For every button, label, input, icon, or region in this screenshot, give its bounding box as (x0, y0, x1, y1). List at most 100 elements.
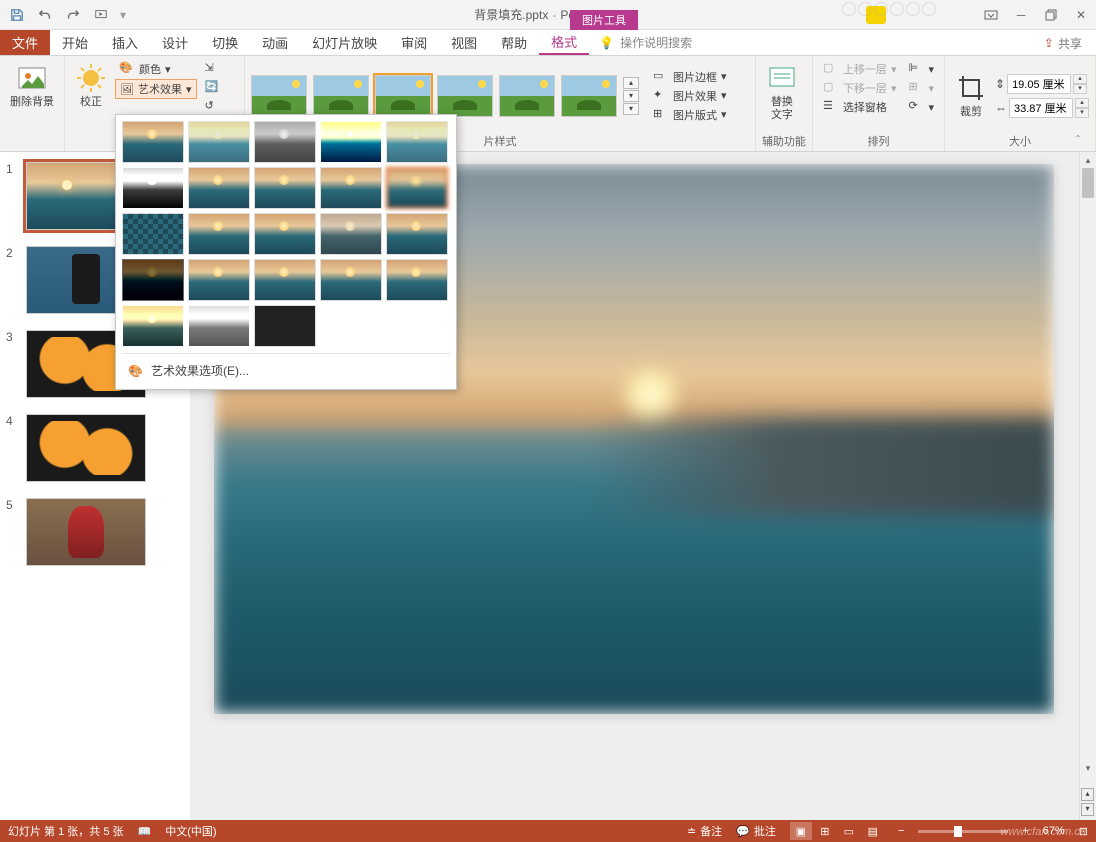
prev-slide-button[interactable]: ▴ (1081, 788, 1094, 801)
group-button[interactable]: ⊞▾ (904, 79, 938, 97)
tab-animations[interactable]: 动画 (250, 30, 300, 55)
minimize-button[interactable]: ─ (1006, 0, 1036, 30)
art-effect-19[interactable] (320, 259, 382, 301)
crop-button[interactable]: 裁剪 (951, 70, 991, 121)
gallery-up-button[interactable]: ▴ (623, 77, 639, 89)
language-indicator[interactable]: 中文(中国) (165, 823, 216, 839)
slide-counter[interactable]: 幻灯片 第 1 张，共 5 张 (8, 823, 124, 839)
picture-style-3[interactable] (375, 75, 431, 117)
tab-insert[interactable]: 插入 (100, 30, 150, 55)
scroll-up-button[interactable]: ▴ (1080, 152, 1096, 168)
alt-text-button[interactable]: 替换 文字 (762, 60, 802, 124)
tab-design[interactable]: 设计 (150, 30, 200, 55)
art-effect-18[interactable] (254, 259, 316, 301)
tab-file[interactable]: 文件 (0, 30, 50, 55)
send-backward-button[interactable]: ▢下移一层▾ (819, 79, 901, 97)
zoom-level[interactable]: 67% (1043, 825, 1065, 837)
ribbon-display-button[interactable] (976, 0, 1006, 30)
rotate-button[interactable]: ⟳▾ (904, 98, 938, 116)
art-effect-4[interactable] (320, 121, 382, 163)
art-effect-8[interactable] (254, 167, 316, 209)
picture-border-button[interactable]: ▭图片边框▾ (649, 68, 731, 86)
tab-review[interactable]: 审阅 (389, 30, 439, 55)
reading-view-button[interactable]: ▭ (838, 822, 860, 840)
art-effect-none[interactable] (122, 121, 184, 163)
normal-view-button[interactable]: ▣ (790, 822, 812, 840)
tab-format[interactable]: 格式 (539, 30, 589, 55)
corrections-button[interactable]: 校正 (71, 60, 111, 111)
tab-help[interactable]: 帮助 (489, 30, 539, 55)
scroll-down-button[interactable]: ▾ (1080, 760, 1096, 776)
artistic-effects-button[interactable]: 🖼艺术效果▾ (115, 79, 197, 99)
art-effect-12[interactable] (188, 213, 250, 255)
picture-effects-button[interactable]: ✦图片效果▾ (649, 87, 731, 105)
art-effect-20[interactable] (386, 259, 448, 301)
gallery-more-button[interactable]: ▾ (623, 103, 639, 115)
selection-pane-button[interactable]: ☰选择窗格 (819, 98, 901, 116)
picture-style-6[interactable] (561, 75, 617, 117)
picture-layout-button[interactable]: ⊞图片版式▾ (649, 106, 731, 124)
fit-window-button[interactable]: ⊡ (1079, 825, 1088, 838)
art-effect-7[interactable] (188, 167, 250, 209)
zoom-handle[interactable] (954, 826, 962, 837)
undo-button[interactable] (32, 2, 58, 28)
art-effect-22[interactable] (188, 305, 250, 347)
art-effect-21[interactable] (122, 305, 184, 347)
zoom-slider[interactable] (918, 830, 1008, 833)
height-input[interactable] (1007, 74, 1071, 94)
save-button[interactable] (4, 2, 30, 28)
collapse-ribbon-button[interactable]: ˆ (1076, 133, 1090, 147)
align-button[interactable]: ⊫▾ (904, 60, 938, 78)
zoom-out-button[interactable]: − (898, 825, 904, 837)
picture-style-5[interactable] (499, 75, 555, 117)
share-button[interactable]: ⇪ 共享 (1034, 30, 1092, 56)
art-effect-blur[interactable] (386, 167, 448, 209)
art-effect-9[interactable] (320, 167, 382, 209)
start-slideshow-button[interactable] (88, 2, 114, 28)
next-slide-button[interactable]: ▾ (1081, 803, 1094, 816)
art-effect-23[interactable] (254, 305, 316, 347)
art-effect-11[interactable] (122, 213, 184, 255)
slideshow-view-button[interactable]: ▤ (862, 822, 884, 840)
change-picture-button[interactable]: 🔄 (201, 79, 225, 97)
slide-thumb-5[interactable] (26, 498, 146, 566)
notes-button[interactable]: ≐备注 (687, 823, 722, 839)
artistic-effects-options[interactable]: 🎨 艺术效果选项(E)... (122, 353, 450, 383)
picture-style-1[interactable] (251, 75, 307, 117)
compress-button[interactable]: ⇲ (201, 60, 225, 78)
close-button[interactable]: ✕ (1066, 0, 1096, 30)
zoom-in-button[interactable]: + (1022, 825, 1028, 837)
color-button[interactable]: 🎨颜色▾ (115, 60, 197, 78)
art-effect-5[interactable] (386, 121, 448, 163)
sorter-view-button[interactable]: ⊞ (814, 822, 836, 840)
qat-customize-button[interactable]: ▾ (116, 2, 130, 28)
art-effect-2[interactable] (188, 121, 250, 163)
tell-me-search[interactable]: 💡 操作说明搜索 (589, 30, 702, 55)
tab-transitions[interactable]: 切换 (200, 30, 250, 55)
art-effect-14[interactable] (320, 213, 382, 255)
height-up[interactable]: ▴ (1073, 74, 1087, 84)
art-effect-17[interactable] (188, 259, 250, 301)
art-effect-6[interactable] (122, 167, 184, 209)
comments-button[interactable]: 💬批注 (736, 823, 776, 839)
tab-view[interactable]: 视图 (439, 30, 489, 55)
remove-background-button[interactable]: 删除背景 (6, 60, 58, 111)
height-down[interactable]: ▾ (1073, 84, 1087, 94)
width-up[interactable]: ▴ (1075, 98, 1089, 108)
tab-home[interactable]: 开始 (50, 30, 100, 55)
picture-style-4[interactable] (437, 75, 493, 117)
picture-style-2[interactable] (313, 75, 369, 117)
art-effect-16[interactable] (122, 259, 184, 301)
slide-thumb-4[interactable] (26, 414, 146, 482)
art-effect-13[interactable] (254, 213, 316, 255)
width-input[interactable] (1009, 98, 1073, 118)
art-effect-15[interactable] (386, 213, 448, 255)
scrollbar-thumb[interactable] (1082, 168, 1094, 198)
width-down[interactable]: ▾ (1075, 108, 1089, 118)
spell-check-icon[interactable]: 📖 (138, 825, 152, 838)
art-effect-3[interactable] (254, 121, 316, 163)
gallery-down-button[interactable]: ▾ (623, 90, 639, 102)
tab-slideshow[interactable]: 幻灯片放映 (300, 30, 389, 55)
bring-forward-button[interactable]: ▢上移一层▾ (819, 60, 901, 78)
redo-button[interactable] (60, 2, 86, 28)
